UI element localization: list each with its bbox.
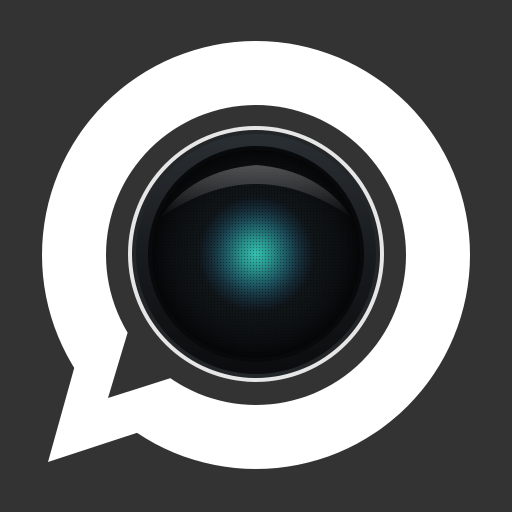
app-icon [0,0,512,512]
chat-bubble-camera-lens-icon [0,0,512,512]
lens-glow-texture [194,192,318,316]
